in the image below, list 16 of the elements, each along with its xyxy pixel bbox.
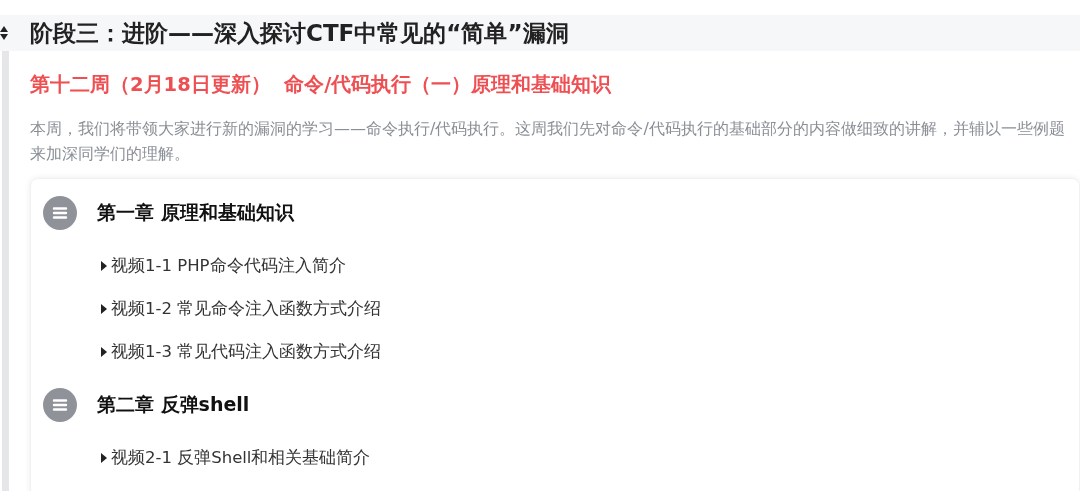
week-title: 第十二周（2月18日更新） 命令/代码执行（一）原理和基础知识 bbox=[30, 72, 613, 98]
list-icon bbox=[43, 196, 77, 230]
play-triangle-icon bbox=[101, 304, 107, 314]
play-triangle-icon bbox=[101, 261, 107, 271]
play-triangle-icon bbox=[101, 453, 107, 463]
expand-collapse-icon[interactable] bbox=[0, 25, 8, 41]
play-triangle-icon bbox=[101, 347, 107, 357]
chapter-title: 第一章 原理和基础知识 bbox=[97, 200, 294, 225]
lesson-link[interactable]: 视频1-2 常见命令注入函数方式介绍 bbox=[111, 296, 382, 322]
chapter-title: 第二章 反弹shell bbox=[97, 392, 250, 417]
stage-title: 阶段三：进阶——深入探讨CTF中常见的“简单”漏洞 bbox=[30, 18, 569, 48]
lesson-link[interactable]: 视频1-3 常见代码注入函数方式介绍 bbox=[111, 339, 382, 365]
week-description: 本周，我们将带领大家进行新的漏洞的学习——命令执行/代码执行。这周我们先对命令/代码执行的基础部分的内容做细致的讲解，并辅以一些例题来加深同学们的理解。 bbox=[30, 118, 1066, 165]
list-icon bbox=[43, 388, 77, 422]
lesson-link[interactable]: 视频2-1 反弹Shell和相关基础简介 bbox=[111, 445, 371, 471]
lesson-link[interactable]: 视频1-1 PHP命令代码注入简介 bbox=[111, 253, 346, 279]
